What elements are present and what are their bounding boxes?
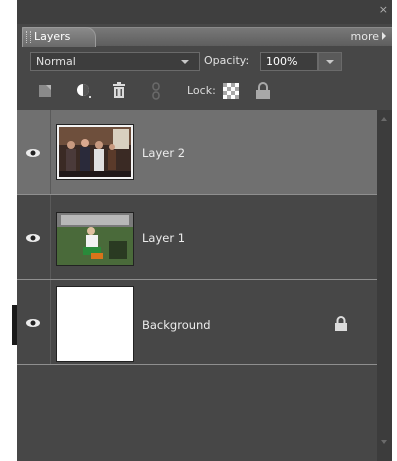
scroll-down-button[interactable] [377,433,392,451]
close-icon[interactable]: × [379,3,388,16]
scroll-up-icon [381,117,387,121]
panel-titlebar: × [17,0,392,24]
lock-icon[interactable] [334,316,348,331]
more-label: more [350,30,380,43]
layer-2-thumbnail[interactable] [56,124,134,180]
opacity-value: 100% [266,55,298,68]
scroll-up-button[interactable] [377,110,392,128]
layers-panel: × Layers more Normal Opacity: 100% Lock:… [17,0,392,461]
visibility-toggle[interactable] [17,195,51,279]
more-menu-button[interactable]: more [350,30,386,43]
opacity-input[interactable]: 100% [260,52,318,71]
layer-row-layer-2[interactable]: Layer 2 [17,110,377,195]
layers-scrollbar[interactable] [377,110,392,461]
opacity-label: Opacity: [204,54,250,67]
background-thumbnail[interactable] [56,286,134,362]
lock-label: Lock: [187,84,216,97]
visibility-toggle[interactable] [17,110,51,194]
eye-icon [26,234,40,242]
trash-icon[interactable] [110,82,128,100]
new-layer-icon[interactable] [37,82,55,100]
layers-list: Layer 2 Layer 1 Background [17,110,377,461]
adjustment-layer-icon[interactable] [75,82,93,100]
lock-all-icon[interactable] [254,82,272,100]
layer-name: Layer 1 [142,231,186,245]
link-icon[interactable] [147,82,165,100]
chevron-right-icon [382,32,386,40]
layer-name: Layer 2 [142,146,186,160]
tab-layers[interactable]: Layers [22,27,96,47]
blend-mode-select[interactable]: Normal [30,52,200,71]
panel-tabbar: Layers more [22,27,392,47]
layer-name: Background [142,318,211,332]
canvas-edge [0,0,17,461]
canvas-edge-right [392,0,397,461]
layer-row-layer-1[interactable]: Layer 1 [17,195,377,280]
scroll-down-icon [381,440,387,444]
chevron-down-icon [181,60,189,64]
layer-row-background[interactable]: Background [17,280,377,365]
eye-icon [26,319,40,327]
layer-1-thumbnail[interactable] [56,212,134,266]
blend-mode-value: Normal [36,55,76,68]
eye-icon [26,149,40,157]
grip-icon[interactable] [26,31,31,43]
tab-layers-label: Layers [34,30,71,43]
visibility-toggle[interactable] [17,280,51,364]
chevron-down-icon [326,60,334,64]
lock-transparent-icon[interactable] [222,82,240,100]
opacity-dropdown-button[interactable] [318,52,342,71]
